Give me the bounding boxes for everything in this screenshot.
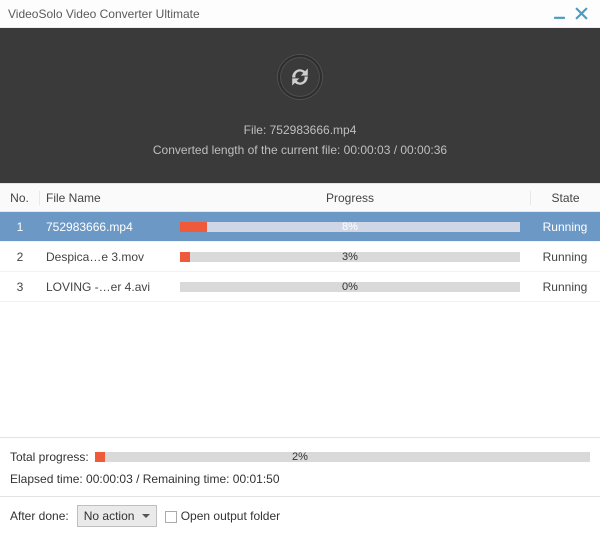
col-filename: File Name [40, 191, 170, 205]
row-filename: 752983666.mp4 [40, 220, 170, 234]
checkbox-icon [165, 511, 177, 523]
conversion-table: No. File Name Progress State 1 752983666… [0, 183, 600, 302]
open-output-folder-label: Open output folder [181, 509, 280, 523]
converting-icon [278, 55, 322, 99]
col-state: State [530, 191, 600, 205]
row-no: 2 [0, 250, 40, 264]
converted-length-line: Converted length of the current file: 00… [153, 143, 447, 157]
row-state: Running [530, 280, 600, 294]
minimize-button[interactable] [548, 3, 570, 25]
row-progress-label: 8% [342, 221, 358, 233]
empty-area [0, 302, 600, 437]
table-row[interactable]: 2 Despica…e 3.mov 3% Running [0, 242, 600, 272]
table-header: No. File Name Progress State [0, 184, 600, 212]
row-progress: 3% [170, 252, 530, 262]
after-done-value: No action [84, 509, 135, 523]
after-done-label: After done: [10, 509, 69, 523]
after-done-select[interactable]: No action [77, 505, 157, 527]
row-progress: 8% [170, 222, 530, 232]
col-no: No. [0, 191, 40, 205]
row-progress-label: 0% [342, 281, 358, 293]
total-progress-bar [95, 452, 590, 462]
total-progress-row: Total progress: 2% [10, 446, 590, 468]
row-no: 3 [0, 280, 40, 294]
row-progress-label: 3% [342, 251, 358, 263]
row-progress: 0% [170, 282, 530, 292]
row-state: Running [530, 220, 600, 234]
titlebar: VideoSolo Video Converter Ultimate [0, 0, 600, 28]
table-row[interactable]: 3 LOVING -…er 4.avi 0% Running [0, 272, 600, 302]
current-file-line: File: 752983666.mp4 [244, 123, 357, 137]
row-filename: Despica…e 3.mov [40, 250, 170, 264]
time-line: Elapsed time: 00:00:03 / Remaining time:… [10, 472, 280, 486]
row-filename: LOVING -…er 4.avi [40, 280, 170, 294]
col-progress: Progress [326, 191, 374, 205]
table-row[interactable]: 1 752983666.mp4 8% Running [0, 212, 600, 242]
totals-panel: Total progress: 2% Elapsed time: 00:00:0… [0, 437, 600, 494]
close-button[interactable] [570, 3, 592, 25]
window-title: VideoSolo Video Converter Ultimate [8, 7, 548, 21]
footer: After done: No action Open output folder [0, 497, 600, 535]
row-no: 1 [0, 220, 40, 234]
row-state: Running [530, 250, 600, 264]
open-output-folder-checkbox[interactable]: Open output folder [165, 509, 280, 523]
total-progress-pct: 2% [292, 451, 308, 463]
conversion-status-panel: File: 752983666.mp4 Converted length of … [0, 28, 600, 183]
total-progress-label: Total progress: [10, 450, 89, 464]
